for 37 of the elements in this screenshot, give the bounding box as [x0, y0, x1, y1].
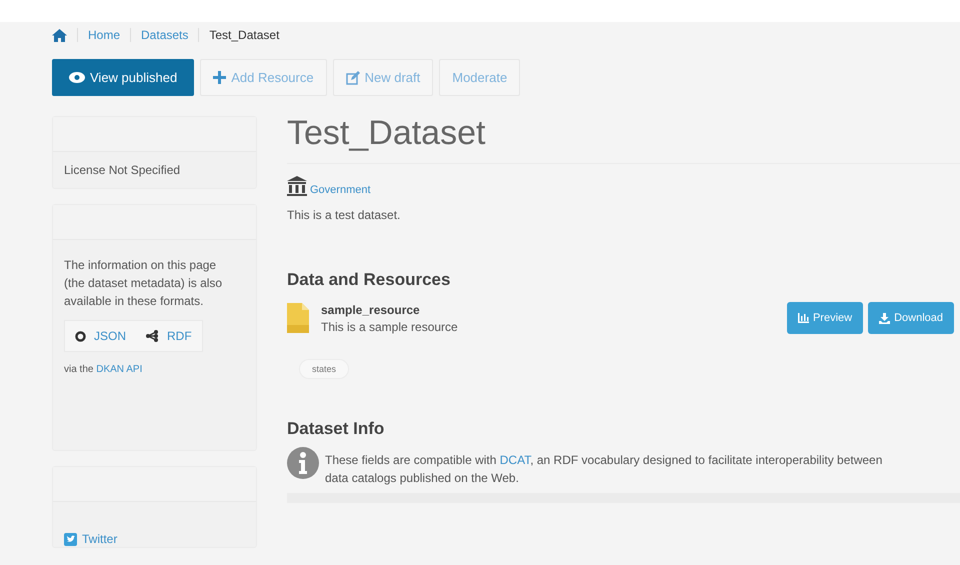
share-icon: [146, 330, 160, 342]
info-text: These fields are compatible with DCAT, an RDF vocabulary designed to facilitate interoperability between data catalogs published on the Web.: [325, 452, 884, 487]
download-icon: [879, 312, 890, 324]
home-icon[interactable]: [52, 28, 67, 42]
format-link[interactable]: RDF: [136, 321, 202, 351]
resource-name[interactable]: sample_resource: [321, 302, 775, 316]
resource-button[interactable]: Download: [868, 302, 954, 334]
dataset-description: This is a test dataset.: [287, 208, 402, 222]
formats-description: The information on this page (the dataset metadata) is also available in these formats.: [64, 257, 224, 310]
action-button[interactable]: Add Resource: [200, 59, 327, 96]
circle-icon: [75, 330, 86, 342]
bird-icon: [64, 532, 77, 546]
breadcrumb-link[interactable]: Datasets: [141, 28, 188, 42]
format-link[interactable]: JSON: [65, 321, 136, 351]
eye-icon: [69, 72, 85, 83]
api-note: via the DKAN API: [64, 364, 144, 375]
action-button[interactable]: View published: [52, 59, 194, 96]
breadcrumb-link[interactable]: Home: [88, 28, 120, 42]
resource-description: This is a sample resource: [321, 320, 458, 334]
social-link[interactable]: Twitter: [64, 532, 118, 546]
info-icon: [287, 447, 319, 479]
section-heading: Dataset Info: [287, 419, 386, 439]
dataset-title: Test_Dataset: [287, 114, 960, 164]
tag[interactable]: states: [299, 359, 350, 379]
section-heading: Data and Resources: [287, 270, 452, 290]
action-button[interactable]: Moderate: [439, 59, 520, 96]
chart-icon: [798, 313, 809, 323]
building-icon: [287, 176, 307, 196]
plus-icon: [213, 71, 226, 84]
edit-icon: [346, 70, 360, 84]
license-text: License Not Specified: [63, 162, 182, 179]
dcat-link[interactable]: DCAT: [500, 453, 530, 467]
api-link[interactable]: DKAN API: [96, 364, 142, 375]
resource-button[interactable]: Preview: [786, 302, 864, 334]
breadcrumb-current: Test_Dataset: [209, 28, 280, 42]
group-link[interactable]: Government: [287, 176, 960, 196]
action-button[interactable]: New draft: [332, 59, 434, 96]
